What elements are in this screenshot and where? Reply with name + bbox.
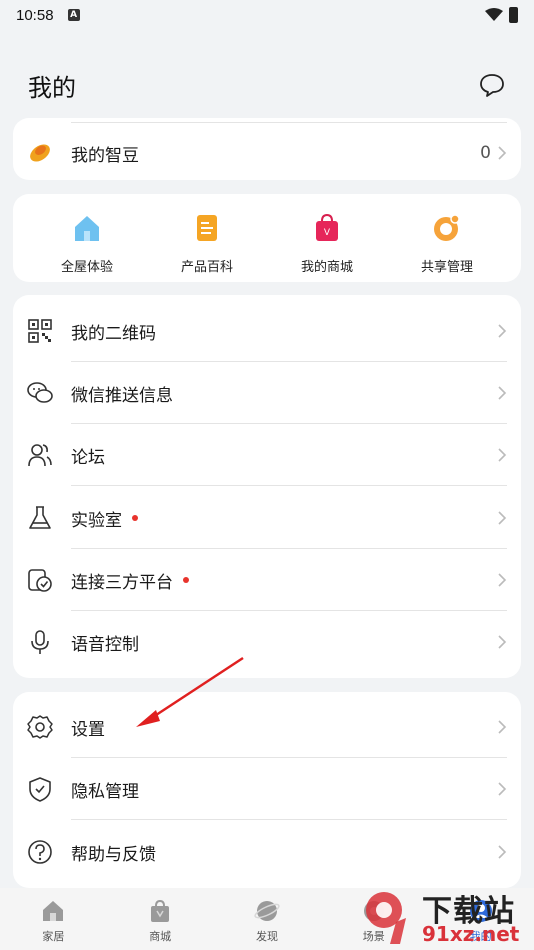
- chevron-right-icon: [498, 635, 507, 649]
- forum-users-icon: [28, 444, 52, 467]
- page-header: 我的: [0, 60, 534, 110]
- menu-item-label: 设置: [71, 719, 105, 740]
- wifi-icon: [485, 8, 503, 21]
- bean-icon: [26, 139, 54, 167]
- menu-item-label: 隐私管理: [71, 781, 139, 802]
- tab-label: 家居: [42, 930, 65, 943]
- quick-link-label: 共享管理: [420, 260, 473, 275]
- discover-tab-icon: [254, 901, 280, 921]
- shield-icon: [29, 777, 51, 802]
- chevron-right-icon: [498, 386, 507, 400]
- divider: [71, 819, 507, 820]
- menu-item-third-party[interactable]: 连接三方平台: [13, 549, 521, 611]
- battery-icon: [509, 7, 518, 23]
- quick-link-share-manage[interactable]: 共享管理: [387, 212, 507, 275]
- menu-item-label: 语音控制: [71, 634, 139, 655]
- chevron-right-icon: [498, 720, 507, 734]
- chevron-right-icon: [498, 324, 507, 338]
- home-tab-icon: [43, 901, 64, 921]
- menu-item-privacy[interactable]: 隐私管理: [13, 758, 521, 820]
- menu-item-settings[interactable]: 设置: [13, 696, 521, 758]
- menu-item-help[interactable]: 帮助与反馈: [13, 821, 521, 883]
- quick-link-product-wiki[interactable]: 产品百科: [147, 212, 267, 275]
- chevron-right-icon: [498, 511, 507, 525]
- new-badge-dot: [132, 515, 138, 521]
- tab-home[interactable]: 家居: [0, 888, 107, 950]
- quick-link-whole-house[interactable]: 全屋体验: [27, 212, 147, 275]
- chevron-right-icon: [498, 448, 507, 462]
- house-icon: [75, 216, 99, 241]
- quick-link-label: 产品百科: [180, 260, 233, 275]
- menu-item-label: 我的二维码: [71, 323, 156, 344]
- chevron-right-icon: [498, 573, 507, 587]
- menu-item-label: 论坛: [71, 447, 105, 468]
- help-icon: [28, 840, 52, 864]
- status-time: 10:58: [16, 6, 54, 24]
- quick-link-label: 我的商城: [300, 260, 353, 275]
- gear-icon: [27, 715, 53, 739]
- quick-links-card: 全屋体验 产品百科 V 我的商城 共享管理: [13, 194, 521, 282]
- product-book-icon: [197, 215, 217, 241]
- menu-item-qr-code[interactable]: 我的二维码: [13, 300, 521, 362]
- qr-code-icon: [28, 319, 52, 343]
- page-title: 我的: [28, 73, 76, 102]
- zhidou-label: 我的智豆: [71, 145, 139, 166]
- shopping-bag-icon: V: [316, 213, 338, 241]
- menu-item-lab[interactable]: 实验室: [13, 487, 521, 549]
- menu-item-voice-control[interactable]: 语音控制: [13, 611, 521, 673]
- watermark-domain: 91xz.net: [422, 922, 520, 946]
- svg-text:V: V: [324, 228, 331, 238]
- menu-item-text: 连接三方平台: [71, 572, 173, 593]
- menu-item-forum[interactable]: 论坛: [13, 424, 521, 486]
- menu-item-text: 实验室: [71, 510, 122, 531]
- tab-label: 商城: [149, 930, 172, 943]
- wechat-icon: [27, 382, 53, 403]
- zhidou-row[interactable]: 我的智豆 0: [13, 122, 521, 180]
- menu-item-label: 实验室: [71, 506, 138, 531]
- menu-item-label: 微信推送信息: [71, 385, 173, 406]
- microphone-icon: [31, 630, 49, 654]
- zhidou-card[interactable]: 我的智豆 0: [13, 118, 521, 180]
- status-bar: 10:58 A: [0, 0, 534, 30]
- third-party-icon: [28, 569, 52, 592]
- status-icons: [485, 7, 518, 23]
- share-manage-icon: [434, 214, 460, 241]
- zhidou-value: 0: [480, 143, 491, 163]
- menu-list-card: 我的二维码 微信推送信息 论坛 实验室 连接三方平台 语音控制: [13, 295, 521, 678]
- message-icon[interactable]: [478, 71, 506, 99]
- settings-card: 设置 隐私管理 帮助与反馈: [13, 692, 521, 888]
- tab-label: 发现: [255, 930, 278, 943]
- mall-tab-icon: [151, 899, 170, 922]
- divider: [71, 485, 507, 486]
- tab-mall[interactable]: 商城: [107, 888, 214, 950]
- menu-item-wechat-push[interactable]: 微信推送信息: [13, 362, 521, 424]
- quick-link-my-mall[interactable]: V 我的商城: [267, 212, 387, 275]
- chevron-right-icon: [498, 146, 507, 160]
- new-badge-dot: [183, 577, 189, 583]
- quick-link-label: 全屋体验: [60, 260, 113, 275]
- chevron-right-icon: [498, 845, 507, 859]
- notification-icon: A: [67, 9, 80, 21]
- watermark-logo-icon: [366, 892, 406, 944]
- watermark: 下载站 91xz.net: [360, 886, 530, 948]
- tab-discover[interactable]: 发现: [214, 888, 321, 950]
- chevron-right-icon: [498, 782, 507, 796]
- flask-icon: [29, 506, 51, 529]
- menu-item-label: 连接三方平台: [71, 568, 189, 593]
- menu-item-label: 帮助与反馈: [71, 844, 156, 865]
